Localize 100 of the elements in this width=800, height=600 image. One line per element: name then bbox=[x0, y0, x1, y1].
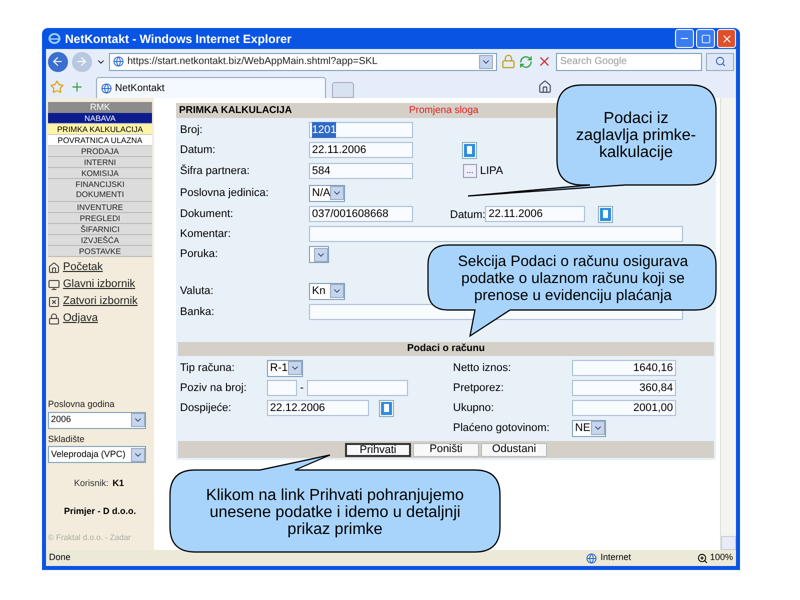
input-field[interactable]: 584 bbox=[309, 163, 413, 179]
input-field[interactable]: 1640,16 bbox=[572, 360, 676, 376]
search-icon bbox=[714, 56, 726, 67]
field-label: Banka: bbox=[180, 304, 216, 320]
dropdown-caret-icon[interactable] bbox=[591, 421, 605, 435]
status-text: Done bbox=[49, 551, 71, 564]
menu-group[interactable]: PREGLEDI bbox=[48, 213, 152, 224]
input-field[interactable]: 2001,00 bbox=[572, 400, 676, 416]
padlock-icon[interactable] bbox=[500, 54, 516, 69]
user-name: K1 bbox=[112, 477, 124, 490]
menu-group[interactable]: POSTAVKE bbox=[48, 246, 152, 257]
select-field[interactable]: Kn bbox=[309, 282, 345, 300]
input-field[interactable] bbox=[309, 226, 683, 242]
select-field[interactable]: R-1 bbox=[267, 360, 303, 376]
back-arrow-icon bbox=[51, 55, 64, 68]
globe-icon bbox=[586, 552, 598, 564]
house-icon[interactable] bbox=[538, 80, 552, 94]
zoom-icon[interactable] bbox=[696, 552, 708, 564]
input-field[interactable]: 360,84 bbox=[572, 380, 676, 396]
back-button[interactable] bbox=[48, 52, 68, 72]
form-title: PRIMKA KALKULACIJA bbox=[179, 104, 293, 118]
scrollbar[interactable] bbox=[720, 98, 736, 550]
menu-item[interactable]: PRIMKA KALKULACIJA bbox=[48, 124, 152, 135]
field-label: Dokument: bbox=[180, 206, 234, 222]
partner-name: LIPA bbox=[480, 164, 504, 179]
menu-header: RMK bbox=[48, 102, 152, 113]
field-label: Poziv na broj: bbox=[180, 380, 248, 396]
field-label: Valuta: bbox=[180, 284, 214, 299]
callout-text: Podaci iz zaglavlja primke-kalkulacije bbox=[574, 110, 698, 160]
monitor-icon bbox=[48, 278, 60, 290]
dropdown-caret-icon[interactable] bbox=[131, 448, 145, 462]
menu-group[interactable]: NABAVA bbox=[48, 113, 152, 124]
dropdown-caret-icon[interactable] bbox=[330, 284, 344, 298]
input-field[interactable]: 037/001608668 bbox=[309, 206, 413, 222]
minimize-button[interactable] bbox=[675, 29, 694, 48]
calendar-icon[interactable] bbox=[380, 400, 393, 416]
field-label: Ukupno: bbox=[453, 400, 495, 416]
dropdown-caret-icon[interactable] bbox=[330, 186, 344, 200]
dropdown-caret-icon[interactable] bbox=[314, 248, 328, 262]
field-label: Pretporez: bbox=[453, 380, 505, 396]
menu-group[interactable]: INTERNI bbox=[48, 157, 152, 168]
field-label: Dospijeće: bbox=[180, 400, 232, 416]
lookup-button[interactable]: ... bbox=[463, 164, 477, 178]
copyright: © Fraktal d.o.o. - Zadar bbox=[48, 532, 132, 544]
separator: - bbox=[300, 380, 304, 396]
calendar-icon[interactable] bbox=[599, 206, 612, 222]
window-close-icon bbox=[48, 296, 60, 308]
close-button[interactable] bbox=[717, 29, 736, 48]
menu-group[interactable]: ŠIFARNICI bbox=[48, 224, 152, 235]
page-icon bbox=[113, 56, 124, 67]
field-label: Poslovna jedinica: bbox=[180, 186, 270, 201]
input-field[interactable]: 1201 bbox=[309, 122, 413, 138]
browser-tab[interactable]: NetKontakt bbox=[96, 77, 326, 98]
select-field[interactable] bbox=[309, 246, 329, 263]
search-button[interactable] bbox=[706, 52, 734, 70]
form-button[interactable]: Poništi bbox=[413, 442, 479, 456]
security-zone: Internet bbox=[600, 551, 631, 564]
menu-group[interactable]: KOMISIJA bbox=[48, 168, 152, 179]
field-label: Šifra partnera: bbox=[180, 163, 251, 179]
refresh-icon[interactable] bbox=[519, 54, 534, 68]
favorites-star-icon[interactable] bbox=[50, 80, 64, 94]
form-button[interactable]: Prihvati bbox=[345, 442, 411, 456]
input-field[interactable]: 22.11.2006 bbox=[309, 142, 413, 158]
maximize-button[interactable] bbox=[696, 29, 715, 48]
sidebar-link[interactable]: Glavni izbornik bbox=[63, 276, 136, 293]
sidebar-link[interactable]: Odjava bbox=[63, 310, 98, 327]
menu-group[interactable]: PRODAJA bbox=[48, 146, 152, 157]
sidebar-link[interactable]: Početak bbox=[63, 259, 103, 276]
forward-arrow-icon bbox=[75, 55, 88, 68]
select-field[interactable]: Veleprodaja (VPC) bbox=[48, 446, 146, 463]
select-field[interactable]: 2006 bbox=[48, 412, 146, 428]
dropdown-caret-icon[interactable] bbox=[288, 361, 302, 375]
field-label: Poslovna godina bbox=[48, 398, 116, 411]
field-label: Plaćeno gotovinom: bbox=[453, 420, 551, 436]
menu-group[interactable]: FINANCIJSKI DOKUMENTI bbox=[48, 179, 152, 202]
zoom-level[interactable]: 100% bbox=[710, 551, 733, 565]
company-name: Primjer - D d.o.o. bbox=[64, 504, 138, 518]
dropdown-caret-icon[interactable] bbox=[131, 413, 145, 427]
maximize-icon bbox=[700, 34, 710, 44]
dropdown-caret-icon[interactable] bbox=[478, 54, 493, 68]
address-field[interactable]: https://start.netkontakt.biz/WebAppMain.shtml?app=SKL bbox=[109, 52, 497, 70]
form-button[interactable]: Odustani bbox=[481, 442, 547, 456]
input-field[interactable]: 22.11.2006 bbox=[485, 206, 586, 222]
input-field[interactable] bbox=[267, 380, 297, 396]
window-title: NetKontakt - Windows Internet Explorer bbox=[65, 30, 292, 48]
callout-text: Sekcija Podaci o računu osigurava podatke o ulaznom računu koji se prenose u evidenciju plaćanja bbox=[456, 252, 690, 304]
house-icon bbox=[48, 262, 60, 274]
input-field[interactable]: 22.12.2006 bbox=[267, 400, 369, 416]
field-label: Skladište bbox=[48, 432, 86, 446]
select-field[interactable]: NE bbox=[572, 420, 606, 436]
input-field[interactable] bbox=[306, 380, 408, 396]
menu-group[interactable]: IZVJEŠĆA bbox=[48, 235, 152, 246]
field-label: Broj: bbox=[180, 122, 204, 138]
section-header: Podaci o računu bbox=[178, 342, 714, 356]
sidebar-link[interactable]: Zatvori izbornik bbox=[63, 293, 138, 310]
menu-group[interactable]: INVENTURE bbox=[48, 202, 152, 213]
menu-item[interactable]: POVRATNICA ULAZNA bbox=[48, 135, 152, 146]
add-favorite-icon[interactable] bbox=[70, 80, 84, 94]
select-field[interactable]: N/A bbox=[309, 184, 345, 202]
calendar-icon[interactable] bbox=[463, 142, 476, 158]
